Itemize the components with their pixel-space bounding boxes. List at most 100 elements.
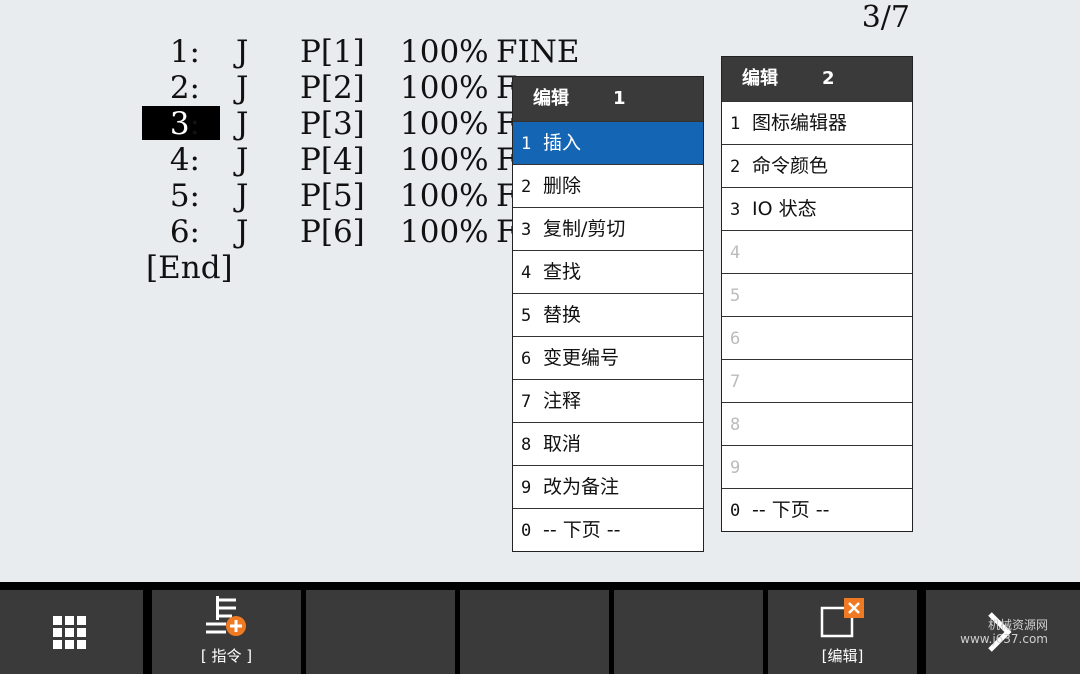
- menu-item-number: 5: [521, 306, 532, 326]
- position-register: P[5]: [300, 178, 365, 214]
- watermark-url: www.j637.com: [960, 632, 1048, 646]
- menu-item-number: 9: [521, 478, 532, 498]
- function-key-bar: [ 指令 ] [编辑] 机械资源网 www.j637.com: [0, 582, 1080, 674]
- menu-item-label: 查找: [543, 261, 582, 283]
- menu-item-label: 命令颜色: [752, 155, 829, 177]
- menu-title: 编辑: [742, 68, 778, 89]
- menu-item-number: 7: [730, 372, 741, 392]
- menu-item[interactable]: 0 -- 下页 --: [513, 508, 703, 551]
- menu-item-number: 3: [521, 220, 532, 240]
- line-colon: :: [189, 106, 200, 142]
- program-line[interactable]: 5: J P[5] 100% F: [0, 178, 520, 214]
- menu-item-number: 3: [730, 200, 741, 220]
- menu-item[interactable]: 2 删除: [513, 164, 703, 207]
- position-register: P[2]: [300, 70, 365, 106]
- edit-menu-page-2: 编辑 2 1 图标编辑器 2 命令颜色 3 IO 状态 4 5 6 7 8 9 0 -- 下页 --: [721, 56, 913, 532]
- menu-item[interactable]: 3 IO 状态: [722, 187, 912, 230]
- menu-item-label: IO 状态: [752, 198, 817, 220]
- menu-item[interactable]: 9 改为备注: [513, 465, 703, 508]
- fkey-label: [ 指令 ]: [200, 647, 253, 665]
- menu-item-number: 4: [730, 243, 741, 263]
- menu-item[interactable]: 1 图标编辑器: [722, 101, 912, 144]
- line-number: 4:: [169, 142, 200, 178]
- menu-item[interactable]: 8: [722, 402, 912, 445]
- program-line[interactable]: 3: J P[3] 100% F: [0, 106, 520, 142]
- grid-menu-icon: [53, 616, 86, 649]
- menu-item[interactable]: 2 命令颜色: [722, 144, 912, 187]
- menu-item[interactable]: 4: [722, 230, 912, 273]
- motion-type: J: [236, 70, 249, 106]
- menu-item-number: 2: [730, 157, 741, 177]
- fkey-next[interactable]: 机械资源网 www.j637.com: [926, 590, 1080, 674]
- position-register: P[6]: [300, 214, 365, 250]
- menu-item[interactable]: 9: [722, 445, 912, 488]
- fkey-menu[interactable]: [0, 590, 143, 674]
- menu-title: 编辑: [533, 88, 569, 109]
- menu-item[interactable]: 1 插入: [513, 121, 703, 164]
- menu-item-label: 复制/剪切: [543, 218, 626, 240]
- instruction-add-icon: [206, 596, 246, 636]
- fkey-empty-4[interactable]: [460, 590, 609, 674]
- program-editor-screen: 3/7 1: J P[1] 100% FINE 2: J P[2] 100% F 3: J P[3] 10…: [0, 0, 1080, 582]
- line-number: 2:: [169, 70, 200, 106]
- menu-item[interactable]: 4 查找: [513, 250, 703, 293]
- menu-item[interactable]: 8 取消: [513, 422, 703, 465]
- menu-item[interactable]: 7 注释: [513, 379, 703, 422]
- position-register: P[1]: [300, 34, 365, 70]
- menu-item-label: 图标编辑器: [752, 112, 848, 134]
- menu-item[interactable]: 5: [722, 273, 912, 316]
- menu-page-number: 2: [822, 68, 835, 89]
- menu-item[interactable]: 6 变更编号: [513, 336, 703, 379]
- fkey-label: [编辑]: [821, 647, 864, 665]
- menu-item-number: 2: [521, 177, 532, 197]
- menu-page-number: 1: [613, 88, 626, 109]
- menu-item-label: 删除: [543, 175, 582, 197]
- menu-item-number: 0: [521, 521, 532, 541]
- line-number: 5:: [169, 178, 200, 214]
- menu-item-label: -- 下页 --: [543, 519, 621, 541]
- watermark-text: 机械资源网: [987, 618, 1048, 632]
- speed-value: 100%: [400, 178, 489, 214]
- menu-item-number: 8: [730, 415, 741, 435]
- menu-item-number: 6: [521, 349, 532, 369]
- menu-item-number: 9: [730, 458, 741, 478]
- menu-item-label: -- 下页 --: [752, 499, 830, 521]
- menu-item[interactable]: 5 替换: [513, 293, 703, 336]
- menu-item-number: 1: [730, 114, 741, 134]
- motion-type: J: [236, 106, 249, 142]
- line-number: 1:: [169, 34, 200, 70]
- fkey-instruction[interactable]: [ 指令 ]: [152, 590, 301, 674]
- menu-item-number: 6: [730, 329, 741, 349]
- menu-item[interactable]: 0 -- 下页 --: [722, 488, 912, 531]
- program-line[interactable]: 1: J P[1] 100% FINE: [0, 34, 580, 70]
- program-line[interactable]: 6: J P[6] 100% F: [0, 214, 520, 250]
- termination-type: FINE: [496, 34, 580, 70]
- edit-close-icon: [820, 598, 864, 638]
- menu-item-number: 7: [521, 392, 532, 412]
- selected-line-digit: 3: [169, 106, 190, 142]
- menu-item-label: 取消: [543, 433, 582, 455]
- menu-item[interactable]: 7: [722, 359, 912, 402]
- menu-item-label: 替换: [543, 304, 582, 326]
- program-line[interactable]: 4: J P[4] 100% F: [0, 142, 520, 178]
- fkey-edit[interactable]: [编辑]: [768, 590, 917, 674]
- menu-header: 编辑 1: [513, 77, 703, 121]
- menu-item-number: 0: [730, 501, 741, 521]
- line-number: 3:: [140, 106, 200, 142]
- menu-item-number: 5: [730, 286, 741, 306]
- program-end-marker: [End]: [146, 250, 233, 286]
- fkey-empty-5[interactable]: [614, 590, 763, 674]
- menu-item-label: 改为备注: [543, 476, 620, 498]
- fkey-empty-3[interactable]: [306, 590, 455, 674]
- program-line[interactable]: 2: J P[2] 100% F: [0, 70, 520, 106]
- menu-item-label: 插入: [543, 132, 582, 154]
- line-counter: 3/7: [861, 0, 910, 35]
- speed-value: 100%: [400, 70, 489, 106]
- motion-type: J: [236, 34, 249, 70]
- menu-item-number: 8: [521, 435, 532, 455]
- line-number: 6:: [169, 214, 200, 250]
- menu-header: 编辑 2: [722, 57, 912, 101]
- menu-item[interactable]: 3 复制/剪切: [513, 207, 703, 250]
- menu-item[interactable]: 6: [722, 316, 912, 359]
- motion-type: J: [236, 214, 249, 250]
